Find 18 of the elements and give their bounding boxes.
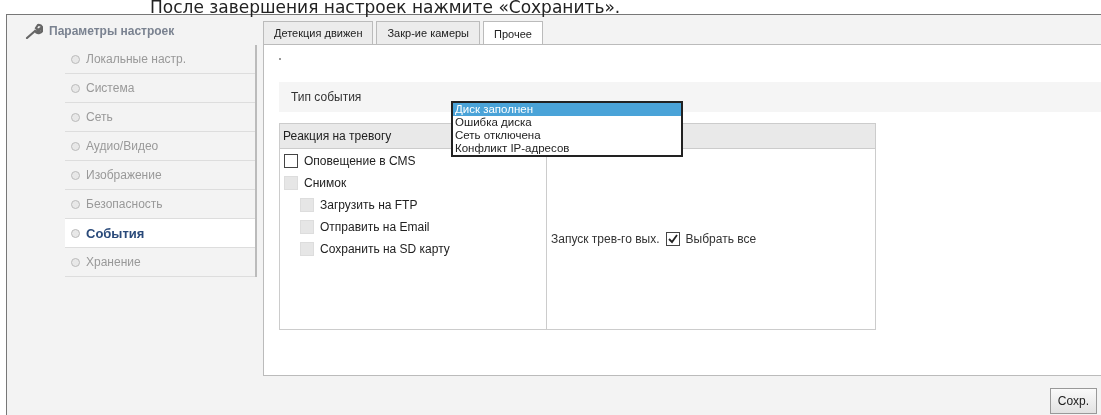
event-type-list[interactable]: Диск заполнен Ошибка диска Сеть отключена Конфликт IP-адресов xyxy=(451,101,683,157)
tab[interactable]: Прочее xyxy=(483,21,543,46)
checkbox-label: Снимок xyxy=(304,176,347,190)
checkbox[interactable] xyxy=(665,232,680,246)
checkbox-label: Загрузить на FTP xyxy=(320,198,418,212)
tab[interactable]: Детекция движен xyxy=(263,21,374,44)
sidebar-item[interactable]: События xyxy=(65,219,255,248)
checkbox-label: Отправить на Email xyxy=(320,220,430,234)
checkbox[interactable] xyxy=(284,154,298,168)
checkbox-label: Выбрать все xyxy=(685,232,757,246)
event-type-label: Тип события xyxy=(291,90,363,104)
tab[interactable]: Закр-ие камеры xyxy=(376,21,481,44)
checkbox-label: Оповещение в CMS xyxy=(304,154,416,168)
alarm-output-label: Запуск трев-го вых. xyxy=(551,232,660,246)
checkbox-label: Сохранить на SD карту xyxy=(320,242,450,256)
list-option[interactable]: Сеть отключена xyxy=(453,129,681,142)
sidebar-title: Параметры настроек xyxy=(49,24,175,38)
save-button[interactable]: Сохр. xyxy=(1049,388,1097,414)
